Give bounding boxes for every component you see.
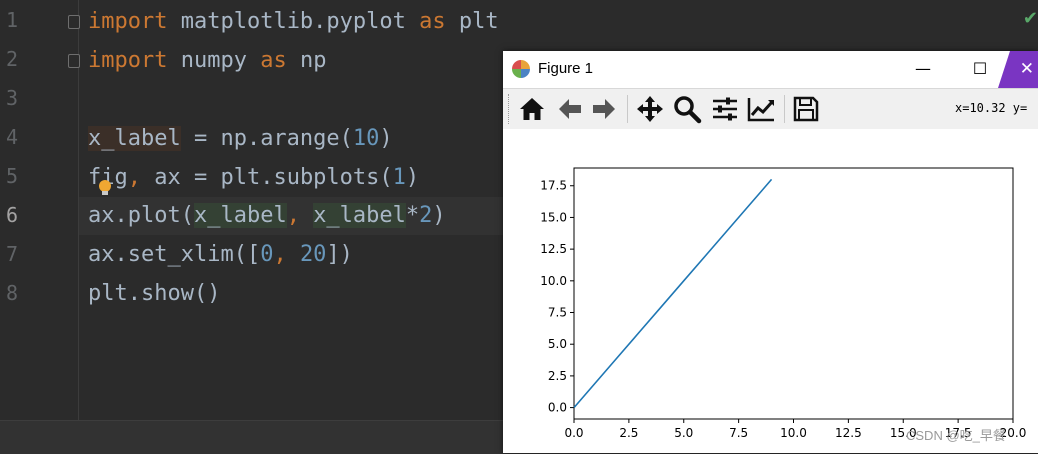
code-line-6[interactable]: ax.plot(x_label, x_label*2)	[88, 200, 446, 232]
alias: plt	[445, 9, 499, 34]
code-text: ax.set_xlim([	[88, 242, 261, 267]
fold-end-icon[interactable]	[68, 54, 80, 68]
minimize-button[interactable]: —	[911, 57, 935, 81]
axes-frame	[573, 167, 1014, 420]
variable-highlight: x_label	[88, 126, 181, 151]
series-line	[573, 178, 773, 409]
code-text: )	[379, 126, 393, 151]
alias: np	[286, 48, 327, 73]
matplotlib-logo-icon	[512, 60, 530, 78]
y-tick-label: 7.5	[548, 306, 567, 320]
figure-window: Figure 1 — ☐ ✕ x=10.32 y= 0.0 2.5 5.0 7.…	[503, 51, 1038, 453]
code-text: )	[432, 203, 446, 228]
code-line-7[interactable]: ax.set_xlim([0, 20])	[88, 239, 353, 271]
pan-icon[interactable]	[635, 94, 665, 124]
line-number: 8	[6, 281, 19, 305]
close-button[interactable]: ✕	[998, 51, 1038, 88]
line-number: 4	[6, 125, 19, 149]
close-icon: ✕	[1019, 59, 1034, 79]
code-text: plt.show()	[88, 281, 221, 306]
x-tick-label: 10.0	[780, 426, 807, 440]
figure-title: Figure 1	[538, 60, 594, 77]
y-tick-label: 10.0	[540, 274, 567, 288]
comma: ,	[127, 165, 141, 190]
number-literal: 20	[299, 242, 327, 267]
code-text: )	[405, 165, 420, 190]
watermark: CSDN @吃_早餐	[906, 428, 1006, 443]
keyword: as	[260, 48, 287, 73]
module-name: matplotlib.pyplot	[167, 9, 420, 34]
lightbulb-icon[interactable]	[99, 180, 111, 195]
y-tick-label: 2.5	[548, 369, 567, 383]
code-line-8[interactable]: plt.show()	[88, 278, 220, 310]
figure-toolbar: x=10.32 y=	[503, 88, 1038, 130]
variable-highlight: x_label	[313, 203, 406, 228]
code-text: ax.plot(	[88, 203, 194, 228]
code-line-2[interactable]: import numpy as np	[88, 45, 326, 77]
comma: ,	[273, 242, 287, 267]
back-arrow-icon[interactable]	[555, 94, 585, 124]
inspection-ok-icon[interactable]: ✔	[1023, 8, 1038, 29]
line-number: 1	[6, 8, 19, 32]
line-number: 7	[6, 242, 19, 266]
cursor-coordinates: x=10.32 y=	[955, 101, 1028, 115]
maximize-button[interactable]: ☐	[968, 57, 992, 81]
y-tick-label: 0.0	[548, 401, 567, 415]
code-text: ])	[326, 242, 353, 267]
line-number: 2	[6, 47, 19, 71]
comma: ,	[286, 203, 300, 228]
y-tick-label: 12.5	[540, 242, 567, 256]
zoom-icon[interactable]	[672, 94, 702, 124]
keyword: import	[88, 9, 168, 34]
keyword: import	[88, 48, 168, 73]
edit-axis-icon[interactable]	[746, 94, 776, 124]
y-tick-label: 5.0	[548, 337, 567, 351]
line-number: 3	[6, 86, 19, 110]
fold-toggle-icon[interactable]	[68, 15, 80, 29]
plot-canvas[interactable]: 0.0 2.5 5.0 7.5 10.0 12.5 15.0 17.5 20.0 0.0 2.5 5.…	[503, 129, 1038, 453]
code-text: = np.arange(	[180, 126, 353, 151]
code-text: ax = plt.subplots(	[141, 165, 393, 190]
y-tick-label: 15.0	[540, 210, 567, 224]
number-literal: 10	[352, 126, 380, 151]
configure-subplots-icon[interactable]	[710, 94, 740, 124]
x-tick-label: 12.5	[835, 426, 862, 440]
keyword: as	[419, 9, 446, 34]
code-line-1[interactable]: import matplotlib.pyplot as plt	[88, 6, 499, 38]
variable-highlight: x_label	[193, 203, 287, 228]
number-literal: 0	[260, 242, 274, 267]
module-name: numpy	[167, 48, 261, 73]
code-line-5[interactable]: fig, ax = plt.subplots(1)	[88, 162, 419, 194]
code-line-4[interactable]: x_label = np.arange(10)	[88, 123, 393, 155]
toolbar-separator	[627, 95, 628, 123]
operator: *	[405, 203, 420, 228]
toolbar-grip[interactable]	[508, 94, 512, 124]
x-tick-label: 7.5	[729, 426, 748, 440]
line-chart: 0.0 2.5 5.0 7.5 10.0 12.5 15.0 17.5 20.00.02.55.…	[540, 167, 1026, 440]
save-icon[interactable]	[791, 94, 821, 124]
toolbar-separator	[784, 95, 785, 123]
x-tick-label: 5.0	[674, 426, 693, 440]
x-tick-label: 2.5	[619, 426, 638, 440]
line-number: 5	[6, 164, 19, 188]
forward-arrow-icon[interactable]	[589, 94, 619, 124]
figure-titlebar[interactable]: Figure 1 — ☐ ✕	[503, 51, 1038, 88]
number-literal: 1	[392, 165, 406, 190]
y-tick-label: 17.5	[540, 179, 567, 193]
line-number-active: 6	[6, 203, 19, 227]
number-literal: 2	[419, 203, 433, 228]
x-tick-label: 0.0	[564, 426, 583, 440]
home-icon[interactable]	[517, 94, 547, 124]
